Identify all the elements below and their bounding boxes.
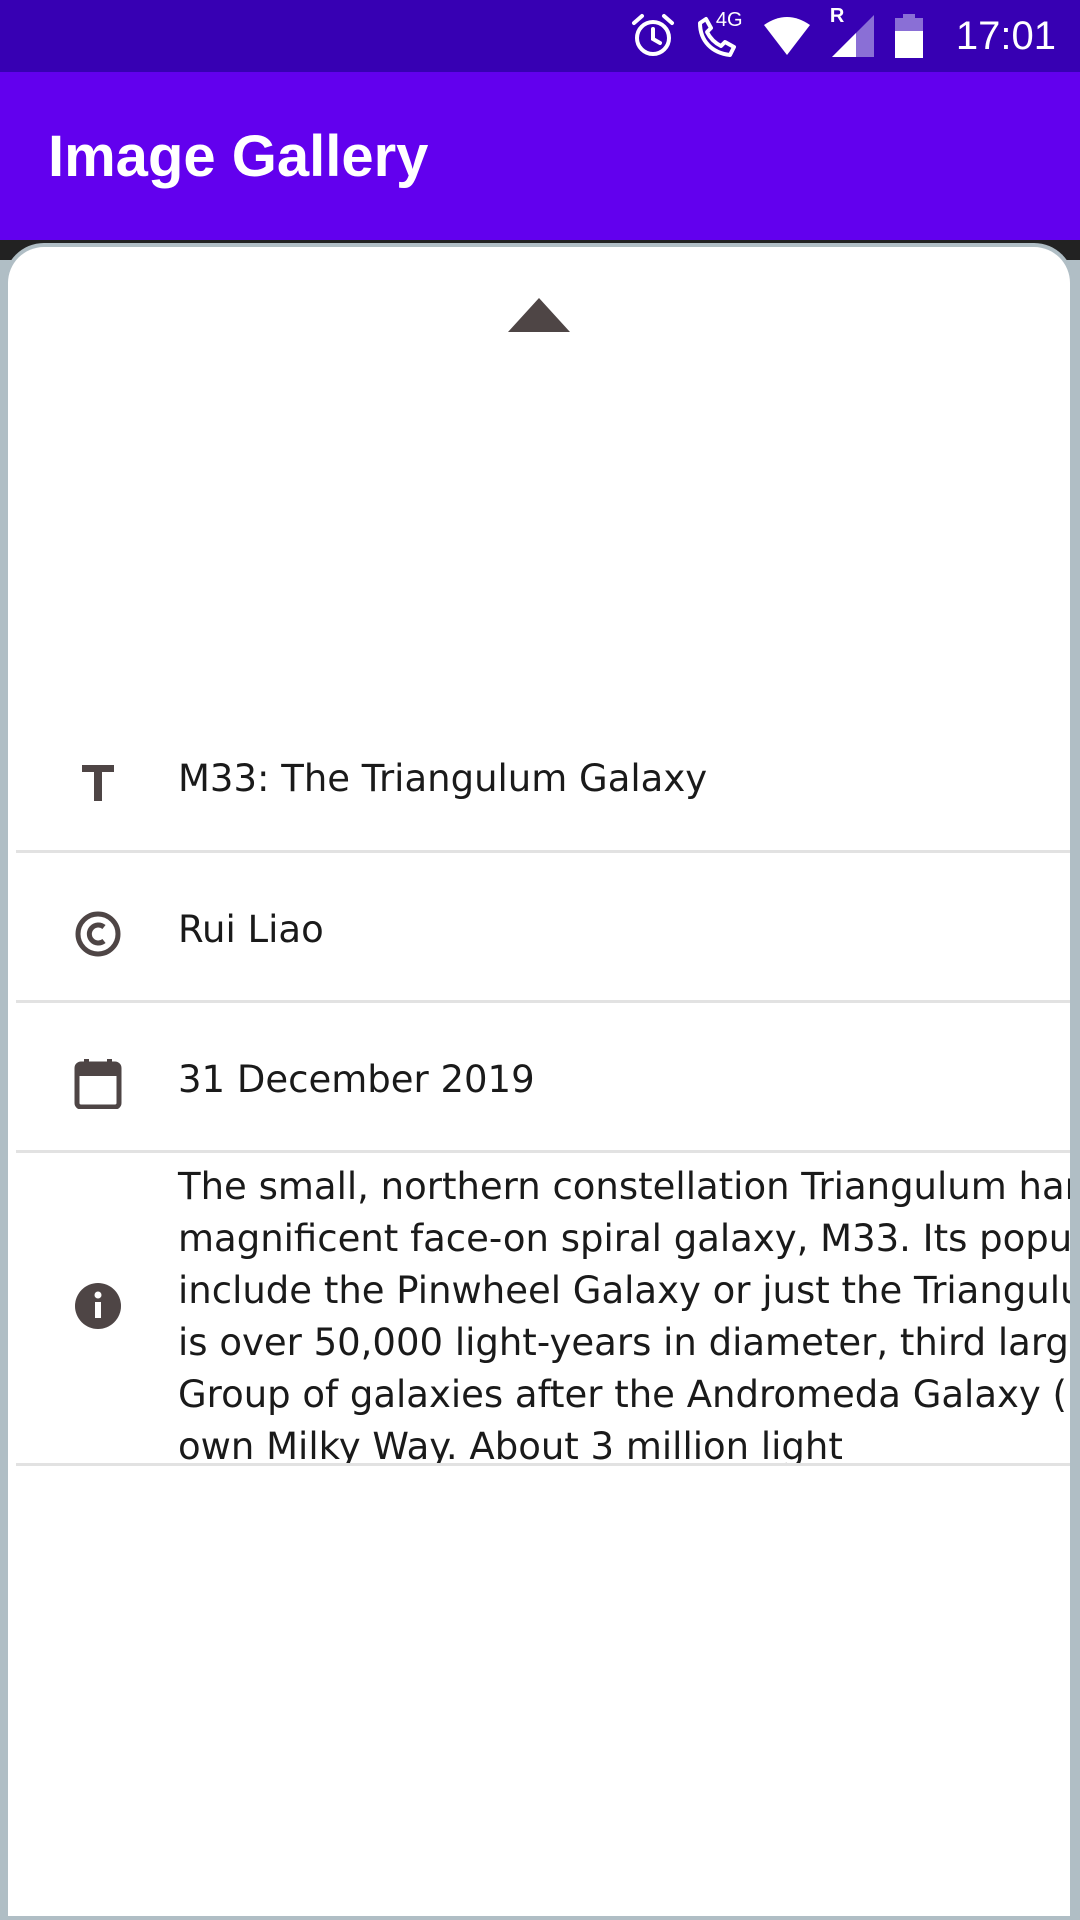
chevron-up-icon[interactable] xyxy=(508,298,570,332)
clock: 17:01 xyxy=(955,13,1056,58)
image-title: M33: The Triangulum Galaxy xyxy=(178,757,708,800)
date-row: 31 December 2019 xyxy=(16,1003,1070,1153)
alarm-icon xyxy=(630,13,676,59)
copyright-icon xyxy=(72,908,124,960)
copyright-holder: Rui Liao xyxy=(178,908,324,951)
collapse-handle[interactable] xyxy=(8,247,1070,397)
image-description: The small, northern constellation Triang… xyxy=(178,1165,1070,1466)
wifi-icon xyxy=(762,15,812,57)
app-title: Image Gallery xyxy=(48,124,429,189)
description-row: The small, northern constellation Triang… xyxy=(16,1153,1070,1466)
app-bar: Image Gallery xyxy=(0,72,1080,240)
status-bar: 4G R 17:01 xyxy=(0,0,1080,72)
image-date: 31 December 2019 xyxy=(178,1058,535,1101)
roaming-label: R xyxy=(829,5,845,27)
info-icon xyxy=(72,1280,124,1332)
status-icons: 4G R 17:01 xyxy=(630,0,1056,72)
details-bottom-sheet[interactable]: M33: The Triangulum Galaxy Rui Liao 31 D… xyxy=(4,243,1074,1916)
network-type-label: 4G xyxy=(715,9,743,31)
title-row: M33: The Triangulum Galaxy xyxy=(16,697,1070,853)
calendar-icon xyxy=(72,1058,124,1110)
volte-call-icon: 4G xyxy=(694,9,744,59)
title-icon xyxy=(72,757,124,809)
cell-signal-icon: R xyxy=(830,5,876,59)
copyright-row: Rui Liao xyxy=(16,853,1070,1003)
battery-icon xyxy=(894,13,924,59)
